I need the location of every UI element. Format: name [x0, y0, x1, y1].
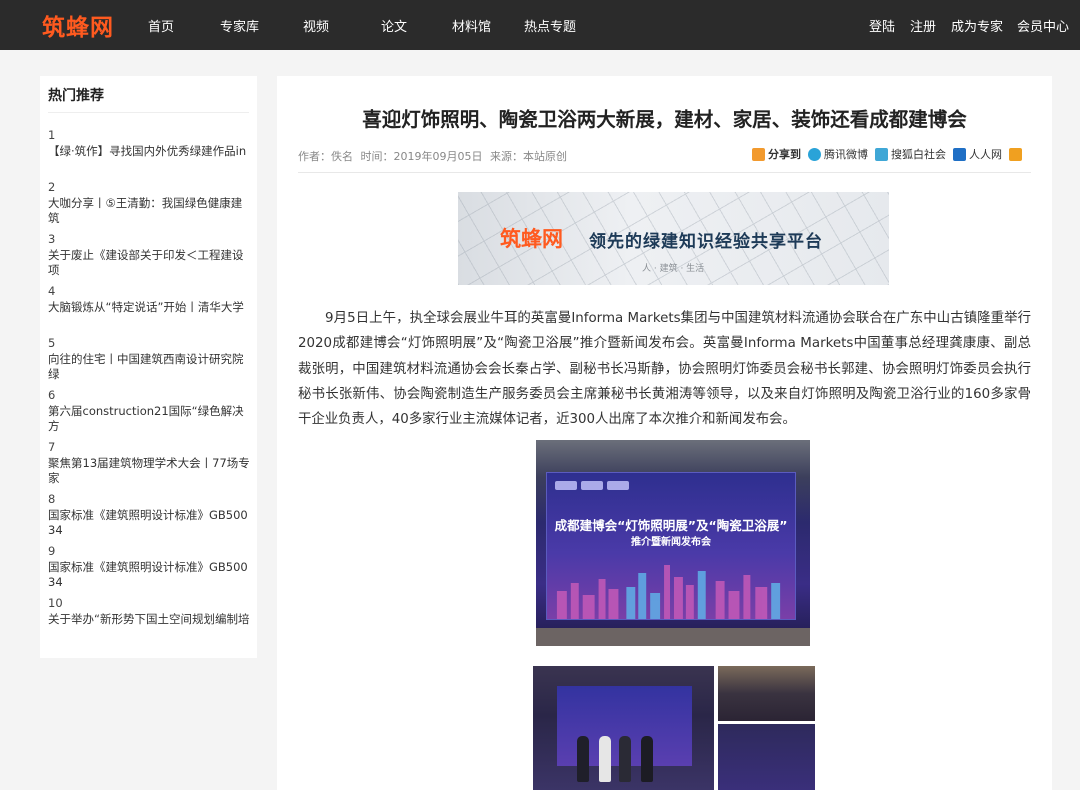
top-navbar: 筑蜂网 首页 专家库 视频 论文 材料馆 热点专题 登陆 注册 成为专家 会员中…	[0, 0, 1080, 50]
site-logo-text[interactable]: 筑蜂网	[42, 8, 114, 42]
floor	[536, 628, 810, 646]
hot-item-1[interactable]: 1 【绿·筑作】寻找国内外优秀绿建作品in	[48, 128, 253, 159]
board-title: 成都建博会“灯饰照明展”及“陶瓷卫浴展”	[547, 515, 795, 534]
person	[641, 736, 653, 782]
banner-slogan: 领先的绿建知识经验共享平台	[589, 227, 823, 252]
banner-logo: 筑蜂网	[500, 223, 563, 253]
share-label: 分享到	[768, 146, 801, 162]
article-title: 喜迎灯饰照明、陶瓷卫浴两大新展，建材、家居、装饰还看成都建博会	[277, 103, 1052, 132]
login-link[interactable]: 登陆	[869, 16, 895, 35]
hot-recommend-title: 热门推荐	[48, 85, 104, 105]
share-sohu[interactable]: 搜狐白社会	[875, 146, 946, 162]
share-sohu-label: 搜狐白社会	[891, 146, 946, 162]
share-more[interactable]	[1009, 148, 1025, 161]
hot-item-number: 5	[48, 336, 253, 352]
site-logo[interactable]: 筑蜂网	[42, 9, 114, 41]
event-photo-speakers	[718, 724, 815, 790]
hot-item-10[interactable]: 10 关于举办“新形势下国土空间规划编制培	[48, 596, 253, 627]
person	[619, 736, 631, 782]
article-panel: 喜迎灯饰照明、陶瓷卫浴两大新展，建材、家居、装饰还看成都建博会 作者：佚名 时间…	[277, 76, 1052, 790]
share-bar: 分享到 腾讯微博 搜狐白社会 人人网	[745, 146, 1025, 162]
share-tencent-weibo[interactable]: 腾讯微博	[808, 146, 868, 162]
skyline-graphic	[547, 561, 795, 619]
hot-item-number: 7	[48, 440, 253, 456]
nav-materials[interactable]: 材料馆	[452, 16, 491, 35]
hot-item-link[interactable]: 大脑锻炼从“特定说话”开始丨清华大学	[48, 300, 253, 316]
nav-papers[interactable]: 论文	[381, 16, 407, 35]
board-logos	[555, 481, 629, 490]
hot-item-link[interactable]: 大咖分享丨⑤王清勤：我国绿色健康建筑	[48, 196, 253, 227]
share-renren-label: 人人网	[969, 146, 1002, 162]
hot-item-4[interactable]: 4 大脑锻炼从“特定说话”开始丨清华大学	[48, 284, 253, 315]
hot-item-link[interactable]: 国家标准《建筑照明设计标准》GB50034	[48, 508, 253, 539]
hot-item-number: 9	[48, 544, 253, 560]
article-author: 作者：佚名	[298, 150, 353, 163]
event-board: 成都建博会“灯饰照明展”及“陶瓷卫浴展” 推介暨新闻发布会	[546, 472, 796, 620]
nav-experts[interactable]: 专家库	[220, 16, 259, 35]
hot-item-number: 1	[48, 128, 253, 144]
hot-item-link[interactable]: 聚焦第13届建筑物理学术大会丨77场专家	[48, 456, 253, 487]
event-photo-audience	[718, 666, 815, 721]
event-photo-backdrop: 成都建博会“灯饰照明展”及“陶瓷卫浴展” 推介暨新闻发布会	[536, 440, 810, 646]
meta-divider	[298, 172, 1031, 173]
hot-item-7[interactable]: 7 聚焦第13届建筑物理学术大会丨77场专家	[48, 440, 253, 487]
article-meta: 作者：佚名 时间：2019年09月05日 来源：本站原创	[298, 148, 571, 164]
renren-icon	[953, 148, 966, 161]
nav-hot-topics[interactable]: 热点专题	[524, 16, 576, 35]
person	[577, 736, 589, 782]
hot-item-number: 10	[48, 596, 253, 612]
hot-item-link[interactable]: 关于举办“新形势下国土空间规划编制培	[48, 612, 253, 628]
hot-item-number: 4	[48, 284, 253, 300]
hot-item-9[interactable]: 9 国家标准《建筑照明设计标准》GB50034	[48, 544, 253, 591]
hot-item-number: 6	[48, 388, 253, 404]
hot-item-link[interactable]: 【绿·筑作】寻找国内外优秀绿建作品in	[48, 144, 253, 160]
article-source: 来源：本站原创	[490, 150, 567, 163]
hot-item-3[interactable]: 3 关于废止《建设部关于印发＜工程建设项	[48, 232, 253, 279]
hot-item-8[interactable]: 8 国家标准《建筑照明设计标准》GB50034	[48, 492, 253, 539]
hot-item-link[interactable]: 第六届construction21国际“绿色解决方	[48, 404, 253, 435]
article-paragraph: 9月5日上午，执全球会展业牛耳的英富曼Informa Markets集团与中国建…	[298, 306, 1031, 432]
hot-item-2[interactable]: 2 大咖分享丨⑤王清勤：我国绿色健康建筑	[48, 180, 253, 227]
member-center-link[interactable]: 会员中心	[1017, 16, 1069, 35]
hot-item-number: 3	[48, 232, 253, 248]
share-more-icon	[1009, 148, 1022, 161]
register-link[interactable]: 注册	[910, 16, 936, 35]
nav-home[interactable]: 首页	[148, 16, 174, 35]
board-subtitle: 推介暨新闻发布会	[547, 533, 795, 548]
event-photo-group	[533, 666, 714, 790]
hot-item-link[interactable]: 国家标准《建筑照明设计标准》GB50034	[48, 560, 253, 591]
hot-item-link[interactable]: 向往的住宅丨中国建筑西南设计研究院绿	[48, 352, 253, 383]
share-to[interactable]: 分享到	[752, 146, 801, 162]
hot-item-number: 2	[48, 180, 253, 196]
hot-item-link[interactable]: 关于废止《建设部关于印发＜工程建设项	[48, 248, 253, 279]
sohu-icon	[875, 148, 888, 161]
become-expert-link[interactable]: 成为专家	[951, 16, 1003, 35]
sidebar-divider	[48, 112, 249, 113]
tencent-weibo-icon	[808, 148, 821, 161]
article-time: 时间：2019年09月05日	[361, 150, 483, 163]
share-tencent-weibo-label: 腾讯微博	[824, 146, 868, 162]
hot-item-number: 8	[48, 492, 253, 508]
banner-subtitle: 人 · 建筑 · 生活	[642, 261, 704, 274]
article-banner-image: 筑蜂网 领先的绿建知识经验共享平台 人 · 建筑 · 生活	[458, 192, 889, 285]
hot-recommend-panel: 热门推荐 1 【绿·筑作】寻找国内外优秀绿建作品in 2 大咖分享丨⑤王清勤：我…	[40, 76, 257, 658]
hot-item-5[interactable]: 5 向往的住宅丨中国建筑西南设计研究院绿	[48, 336, 253, 383]
nav-videos[interactable]: 视频	[303, 16, 329, 35]
share-renren[interactable]: 人人网	[953, 146, 1002, 162]
hot-item-6[interactable]: 6 第六届construction21国际“绿色解决方	[48, 388, 253, 435]
share-icon	[752, 148, 765, 161]
person	[599, 736, 611, 782]
